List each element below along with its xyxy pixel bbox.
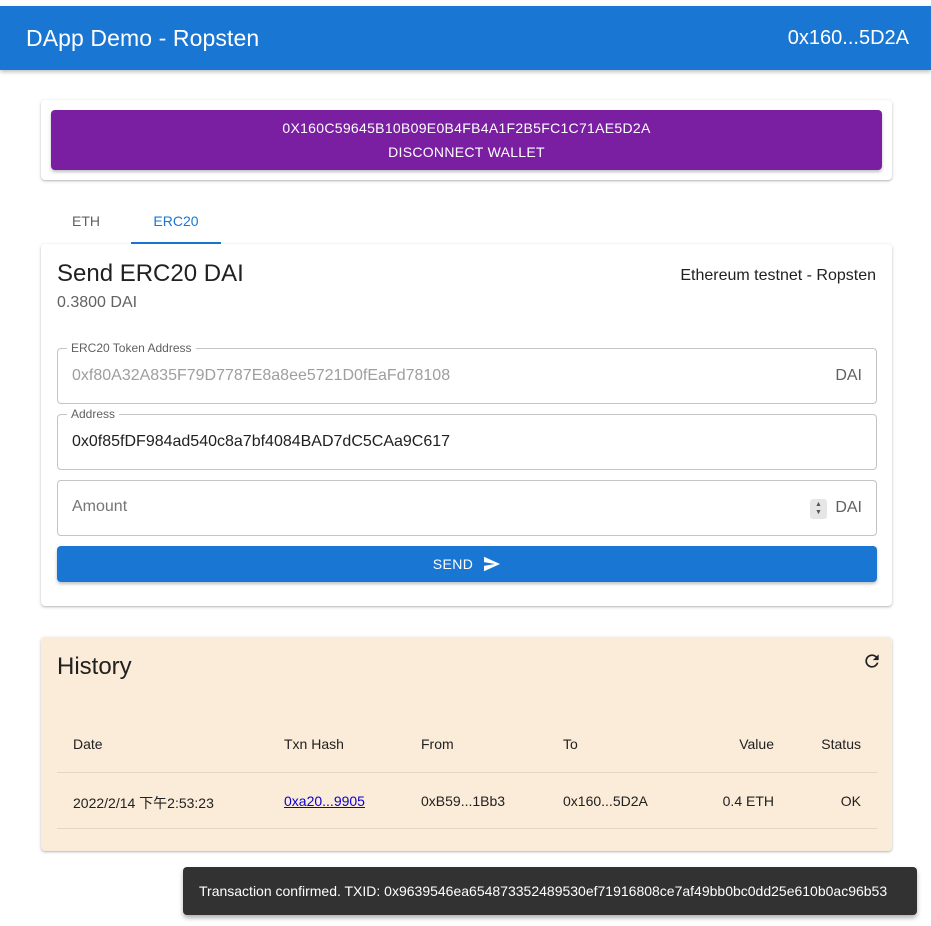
send-arrow-icon	[484, 556, 501, 572]
cell-from: 0xB59...1Bb3	[421, 793, 506, 809]
cell-date: 2022/2/14 下午2:53:23	[73, 795, 214, 811]
table-row: 2022/2/14 下午2:53:23 0xa20...9905 0xB59..…	[57, 773, 877, 829]
cell-value: 0.4 ETH	[722, 793, 774, 809]
app-bar: DApp Demo - Ropsten 0x160...5D2A	[0, 6, 931, 70]
token-address-label: ERC20 Token Address	[67, 341, 196, 355]
address-label: Address	[67, 407, 120, 421]
col-value: Value	[739, 736, 774, 752]
amount-placeholder: Amount	[72, 498, 128, 515]
address-field[interactable]: Address 0x0f85fDF984ad540c8a7bf4084BAD7d…	[57, 407, 877, 470]
history-card: History Date Txn Hash From To Value Stat…	[41, 637, 892, 851]
col-from: From	[421, 736, 454, 752]
wallet-address: 0X160C59645B10B09E0B4FB4A1F2B5FC1C71AE5D…	[282, 120, 651, 136]
address-value: 0x0f85fDF984ad540c8a7bf4084BAD7dC5CAa9C6…	[72, 433, 451, 450]
send-card: Send ERC20 DAI Ethereum testnet - Ropste…	[41, 244, 892, 606]
col-status: Status	[821, 736, 861, 752]
amount-field[interactable]: Amount ▲ ▼ DAI	[57, 480, 877, 536]
cell-hash: 0xa20...9905	[284, 793, 365, 809]
send-title: Send ERC20 DAI	[57, 260, 244, 287]
token-address-field[interactable]: ERC20 Token Address 0xf80A32A835F79D7787…	[57, 341, 877, 404]
snackbar-toast: Transaction confirmed. TXID: 0x9639546ea…	[183, 867, 917, 915]
wallet-card: 0X160C59645B10B09E0B4FB4A1F2B5FC1C71AE5D…	[41, 100, 892, 180]
tab-eth[interactable]: ETH	[41, 198, 131, 244]
send-label: SEND	[432, 556, 474, 572]
tab-erc20[interactable]: ERC20	[131, 198, 221, 244]
cell-status: OK	[840, 793, 861, 809]
history-table: Date Txn Hash From To Value Status 2022/…	[57, 715, 877, 829]
amount-unit: DAI	[835, 499, 862, 516]
balance: 0.3800 DAI	[57, 294, 138, 311]
table-header-row: Date Txn Hash From To Value Status	[57, 715, 877, 773]
send-button[interactable]: SEND	[57, 546, 877, 582]
disconnect-label: DISCONNECT WALLET	[388, 144, 545, 160]
chevron-up-icon[interactable]: ▲	[815, 501, 822, 509]
col-to: To	[563, 736, 578, 752]
history-title: History	[57, 653, 132, 680]
app-title: DApp Demo - Ropsten	[26, 24, 260, 51]
toast-message: Transaction confirmed. TXID: 0x9639546ea…	[199, 883, 888, 899]
txn-hash-link[interactable]: 0xa20...9905	[284, 793, 365, 809]
token-unit: DAI	[835, 367, 862, 384]
asset-tabs: ETH ERC20	[41, 198, 221, 244]
col-hash: Txn Hash	[284, 736, 344, 752]
token-address-value: 0xf80A32A835F79D7787E8a8ee5721D0fEaFd781…	[72, 367, 451, 384]
cell-to: 0x160...5D2A	[563, 793, 648, 809]
amount-stepper[interactable]: ▲ ▼	[810, 499, 827, 519]
network-label: Ethereum testnet - Ropsten	[680, 267, 876, 284]
refresh-icon[interactable]	[862, 651, 882, 671]
disconnect-wallet-button[interactable]: 0X160C59645B10B09E0B4FB4A1F2B5FC1C71AE5D…	[51, 110, 882, 170]
chevron-down-icon[interactable]: ▼	[815, 509, 822, 517]
col-date: Date	[73, 736, 103, 752]
account-address[interactable]: 0x160...5D2A	[788, 27, 909, 50]
